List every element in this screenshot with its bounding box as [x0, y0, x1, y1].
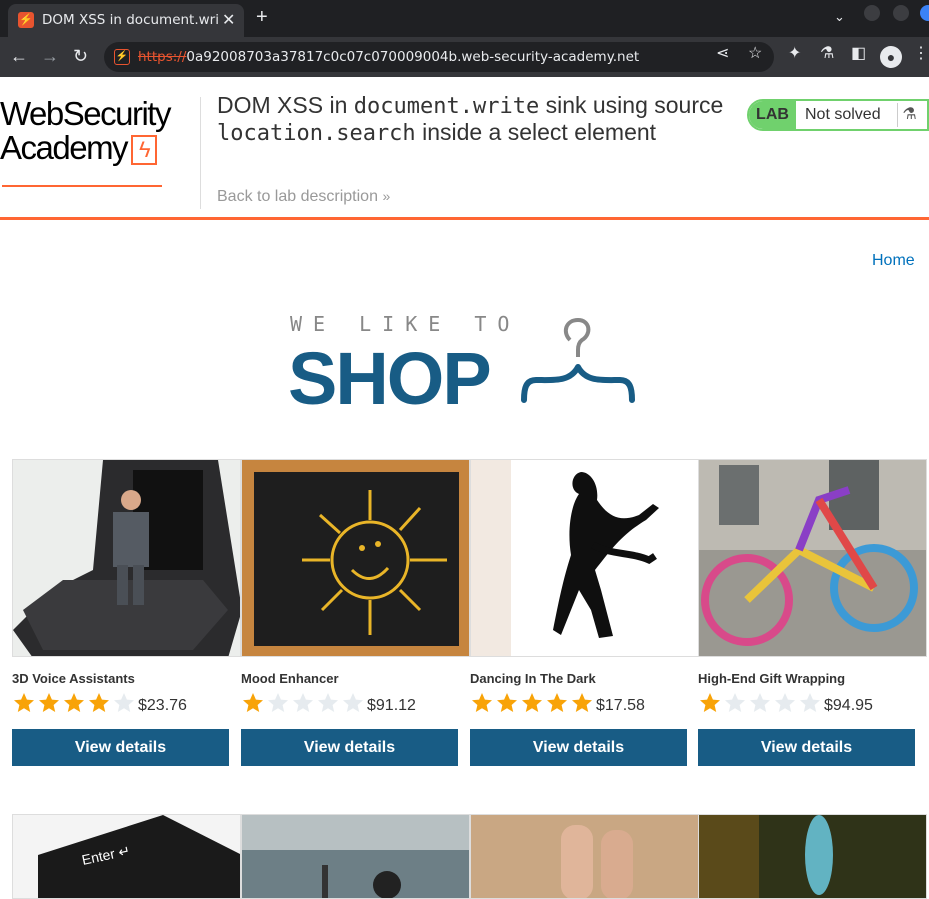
not-secure-icon[interactable]: ⚡	[114, 49, 130, 65]
home-link[interactable]: Home	[872, 252, 915, 270]
product-name: 3D Voice Assistants	[12, 671, 135, 686]
star-icon	[89, 693, 109, 712]
star-icon	[775, 693, 795, 712]
double-chevron-right-icon: »	[382, 188, 391, 204]
product-image	[241, 459, 470, 657]
address-bar[interactable]: ⚡ https://0a92008703a37817c0c07c07000900…	[104, 42, 774, 72]
star-icon	[497, 693, 517, 712]
star-icon	[800, 693, 820, 712]
product-image	[698, 459, 927, 657]
product-name: Dancing In The Dark	[470, 671, 596, 686]
lightning-icon: ϟ	[131, 135, 158, 166]
window-close-icon[interactable]	[920, 5, 929, 21]
reload-icon[interactable]: ↻	[73, 46, 88, 67]
browser-toolbar: ← → ↻ ⚡ https://0a92008703a37817c0c07c07…	[0, 37, 929, 77]
logo-text-line1: WebSecurity	[0, 95, 171, 132]
product-image	[470, 814, 699, 899]
view-details-button[interactable]: View details	[12, 729, 229, 766]
logo-underline	[2, 185, 162, 187]
close-tab-icon[interactable]: ✕	[222, 10, 235, 30]
star-icon	[318, 693, 338, 712]
shop-logo-wordmark: SHOP	[288, 337, 492, 420]
product-price: $17.58	[596, 697, 645, 714]
lab-title: DOM XSS in document.write sink using sou…	[217, 92, 724, 146]
browser-tab-bar: ⚡ DOM XSS in document.write ✕ + ⌄	[0, 0, 929, 37]
star-icon	[472, 693, 492, 712]
star-icon	[547, 693, 567, 712]
window-maximize-icon[interactable]	[893, 5, 909, 21]
browser-menu-icon[interactable]: ⋮	[913, 43, 929, 63]
lab-status-widget: LAB Not solved ⚗	[747, 99, 929, 131]
share-icon[interactable]: ⋖	[716, 43, 729, 63]
star-icon	[14, 693, 34, 712]
logo-text-line2: Academy ϟ	[0, 131, 200, 166]
hanger-icon	[521, 317, 635, 403]
browser-tab[interactable]: ⚡ DOM XSS in document.write ✕	[8, 4, 244, 37]
star-icon	[39, 693, 59, 712]
profile-avatar-icon[interactable]: ●	[880, 46, 902, 68]
academy-logo[interactable]: WebSecurity Academy ϟ	[0, 95, 200, 187]
view-details-button[interactable]: View details	[470, 729, 687, 766]
extensions-icon[interactable]: ✦	[788, 43, 801, 63]
new-tab-icon[interactable]: +	[256, 6, 268, 29]
tab-search-icon[interactable]: ⌄	[834, 9, 845, 25]
product-price: $23.76	[138, 697, 187, 714]
back-arrow-icon[interactable]: ←	[10, 46, 28, 67]
star-icon	[268, 693, 288, 712]
star-icon	[522, 693, 542, 712]
star-icon	[700, 693, 720, 712]
forward-arrow-icon[interactable]: →	[41, 46, 59, 67]
product-price: $94.95	[824, 697, 873, 714]
status-badge: LAB	[749, 101, 796, 129]
tab-title: DOM XSS in document.write	[42, 12, 218, 28]
product-name: Mood Enhancer	[241, 671, 339, 686]
product-price: $91.12	[367, 697, 416, 714]
status-text: Not solved	[805, 106, 881, 123]
side-panel-icon[interactable]: ◧	[851, 43, 866, 63]
favicon-icon: ⚡	[18, 12, 34, 28]
back-to-description-link[interactable]: Back to lab description »	[217, 188, 390, 206]
shop-logo-tagline: WE LIKE TO	[290, 312, 521, 336]
view-details-button[interactable]: View details	[698, 729, 915, 766]
star-icon	[114, 693, 134, 712]
star-icon	[243, 693, 263, 712]
shop-logo: WE LIKE TO SHOP	[288, 310, 648, 420]
star-rating	[241, 691, 366, 715]
bookmark-star-icon[interactable]: ☆	[748, 43, 762, 63]
product-image: Enter ↵	[12, 814, 241, 899]
product-image	[698, 814, 927, 899]
star-rating	[12, 691, 137, 715]
star-icon	[343, 693, 363, 712]
labs-flask-icon[interactable]: ⚗	[820, 43, 834, 63]
star-icon	[293, 693, 313, 712]
product-image	[470, 459, 699, 657]
product-image	[241, 814, 470, 899]
star-icon	[725, 693, 745, 712]
product-name: High-End Gift Wrapping	[698, 671, 846, 686]
star-icon	[750, 693, 770, 712]
star-icon	[572, 693, 592, 712]
window-minimize-icon[interactable]	[864, 5, 880, 21]
url-text: https://0a92008703a37817c0c07c070009004b…	[138, 49, 640, 65]
flask-icon: ⚗	[897, 103, 921, 127]
star-rating	[698, 691, 823, 715]
star-icon	[64, 693, 84, 712]
header-divider	[200, 97, 201, 209]
star-rating	[470, 691, 595, 715]
product-image	[12, 459, 241, 657]
view-details-button[interactable]: View details	[241, 729, 458, 766]
